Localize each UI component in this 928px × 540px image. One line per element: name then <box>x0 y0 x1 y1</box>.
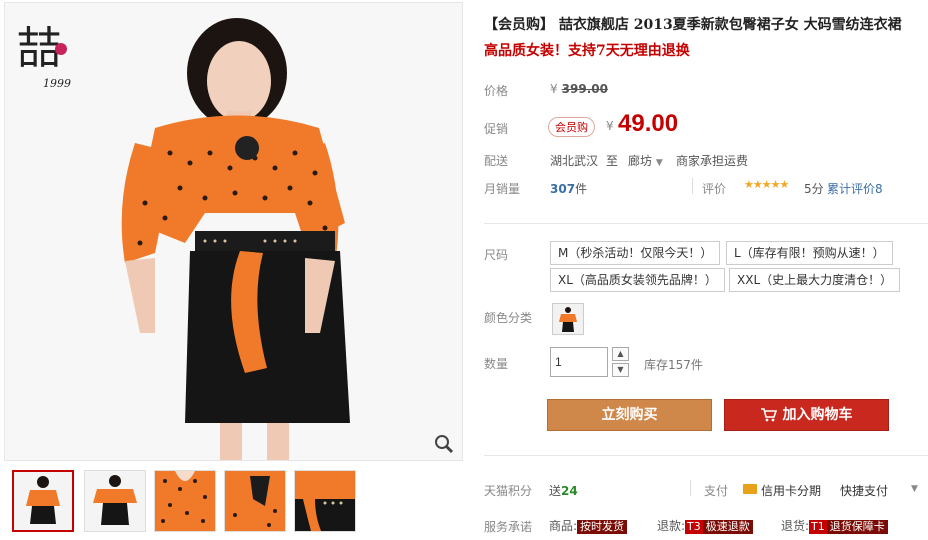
brand-year: 1999 <box>43 77 71 90</box>
thumbnail-2[interactable] <box>84 470 146 532</box>
buy-now-button[interactable]: 立刻购买 <box>547 399 712 431</box>
service-refund-prefix: 退款: <box>657 519 686 533</box>
points-prefix: 送 <box>549 484 562 498</box>
ship-destination: 廊坊 <box>628 154 653 168</box>
service-refund-code: T3 <box>685 520 703 534</box>
original-price: ¥399.00 <box>550 82 608 96</box>
points-label: 天猫积分 <box>484 484 533 498</box>
monthly-sales: 307件 <box>550 180 587 197</box>
points-text: 送24 <box>549 482 578 499</box>
service-return-code: T1 <box>809 520 827 534</box>
stock-count: 库存157件 <box>644 358 703 372</box>
thumbnail-4[interactable] <box>224 470 286 532</box>
service-refund: 退款: T3 极速退款 <box>657 517 753 534</box>
product-title: 【会员购】 喆衣旗舰店 2013夏季新款包臀裙子女 大码雪纺连衣裙 <box>484 17 902 33</box>
zoom-magnifier-icon[interactable] <box>434 434 454 454</box>
quantity-decrease-button[interactable]: ▼ <box>612 363 629 377</box>
service-return: 退货: T1 退货保障卡 <box>781 517 888 534</box>
product-subtitle: 高品质女装！支持7天无理由退换 <box>484 43 690 59</box>
thumbnail-1[interactable] <box>12 470 74 532</box>
promo-badge: 会员购 <box>548 117 595 137</box>
rating-score: 5分 <box>804 182 824 196</box>
add-to-cart-label: 加入购物车 <box>782 407 853 423</box>
quantity-increase-button[interactable]: ▲ <box>612 347 629 361</box>
service-return-tag: 退货保障卡 <box>826 520 888 534</box>
ship-from: 湖北武汉 <box>550 154 599 168</box>
promo-label: 促销 <box>484 122 509 136</box>
service-goods-tag: 按时发货 <box>577 520 628 534</box>
quick-pay[interactable]: 快捷支付 <box>840 482 888 499</box>
currency-symbol: ¥ <box>550 82 558 96</box>
thumbnail-5[interactable] <box>294 470 356 532</box>
chevron-down-icon: ▼ <box>655 158 663 168</box>
divider <box>484 455 928 456</box>
payment-label: 支付 <box>704 484 729 498</box>
monthly-sales-value: 307 <box>550 182 576 196</box>
monthly-sales-unit: 件 <box>575 182 588 196</box>
chevron-down-icon[interactable]: ▼ <box>911 484 918 494</box>
svg-text:喆: 喆 <box>17 23 61 74</box>
ship-destination-select[interactable]: 廊坊 ▼ <box>628 152 663 169</box>
credit-card-installment[interactable]: 信用卡分期 <box>761 482 821 499</box>
size-option-xl[interactable]: XL（高品质女装领先品牌！） <box>550 268 725 292</box>
credit-card-icon <box>743 484 757 494</box>
main-product-image[interactable]: 喆 1999 <box>4 2 463 461</box>
service-goods-prefix: 商品: <box>549 519 578 533</box>
rating-stars-icon: ★★★★★ <box>744 178 789 191</box>
promo-currency-symbol: ¥ <box>606 119 614 133</box>
service-refund-tag: 极速退款 <box>702 520 753 534</box>
buy-now-label: 立刻购买 <box>601 407 658 423</box>
rating-count-link[interactable]: 累计评价8 <box>827 180 883 197</box>
service-label: 服务承诺 <box>484 520 533 534</box>
size-label: 尺码 <box>484 248 509 262</box>
promo-price: 49.00 <box>618 110 679 137</box>
color-swatch[interactable] <box>552 303 584 335</box>
color-label: 颜色分类 <box>484 311 533 325</box>
size-option-l[interactable]: L（库存有限！预购从速！） <box>726 241 893 265</box>
points-value: 24 <box>561 484 578 498</box>
size-option-xxl[interactable]: XXL（史上最大力度清仓！） <box>729 268 901 292</box>
original-price-value: 399.00 <box>561 82 608 96</box>
ship-to-word: 至 <box>606 154 619 168</box>
add-to-cart-button[interactable]: 加入购物车 <box>724 399 889 431</box>
price-label: 价格 <box>484 84 509 98</box>
divider <box>484 223 928 224</box>
thumbnail-strip <box>8 470 368 536</box>
rating-label: 评价 <box>702 182 727 196</box>
service-return-prefix: 退货: <box>781 519 810 533</box>
divider <box>692 178 693 194</box>
quantity-input[interactable] <box>550 347 608 377</box>
quantity-label: 数量 <box>484 357 509 371</box>
service-goods: 商品: 按时发货 <box>549 517 628 534</box>
ship-fee: 商家承担运费 <box>676 154 749 168</box>
cart-icon <box>760 408 777 422</box>
divider <box>690 480 691 496</box>
monthly-sales-label: 月销量 <box>484 182 521 196</box>
size-option-m[interactable]: M（秒杀活动！仅限今天！） <box>550 241 721 265</box>
thumbnail-3[interactable] <box>154 470 216 532</box>
shipping-label: 配送 <box>484 154 509 168</box>
